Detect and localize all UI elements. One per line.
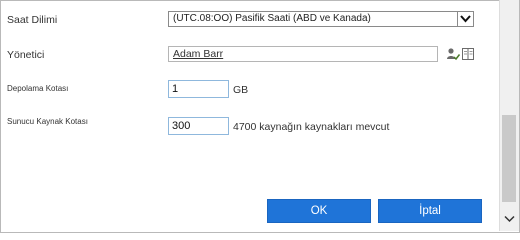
check-names-icon[interactable] <box>446 47 461 66</box>
server-resource-quota-label: Sunucu Kaynak Kotası <box>7 117 88 126</box>
timezone-select[interactable]: (UTC.08:OO) Pasifik Saati (ABD ve Kanada… <box>168 11 474 27</box>
scrollbar-thumb[interactable] <box>502 115 516 202</box>
address-book-icon[interactable] <box>461 47 475 66</box>
timezone-value: (UTC.08:OO) Pasifik Saati (ABD ve Kanada… <box>173 13 371 24</box>
storage-quota-unit: GB <box>233 84 249 96</box>
storage-quota-label: Depolama Kotası <box>7 84 69 93</box>
timezone-label: Saat Dilimi <box>7 14 58 26</box>
administrator-name[interactable]: Adam Barr <box>173 48 223 60</box>
storage-quota-input[interactable]: 1 <box>168 80 229 98</box>
administrator-label: Yönetici <box>7 49 45 61</box>
server-resource-quota-available: 4700 kaynağın kaynakları mevcut <box>233 121 390 133</box>
administrator-people-picker[interactable]: Adam Barr <box>168 46 438 62</box>
cancel-button[interactable]: İptal <box>378 199 482 223</box>
server-resource-quota-input[interactable]: 300 <box>168 117 229 135</box>
vertical-scrollbar[interactable] <box>499 0 519 231</box>
ok-button[interactable]: OK <box>267 199 371 223</box>
scroll-down-arrow-icon[interactable] <box>504 210 515 228</box>
dialog-content: Saat Dilimi (UTC.08:OO) Pasifik Saati (A… <box>0 0 500 233</box>
chevron-down-icon[interactable] <box>457 12 473 26</box>
